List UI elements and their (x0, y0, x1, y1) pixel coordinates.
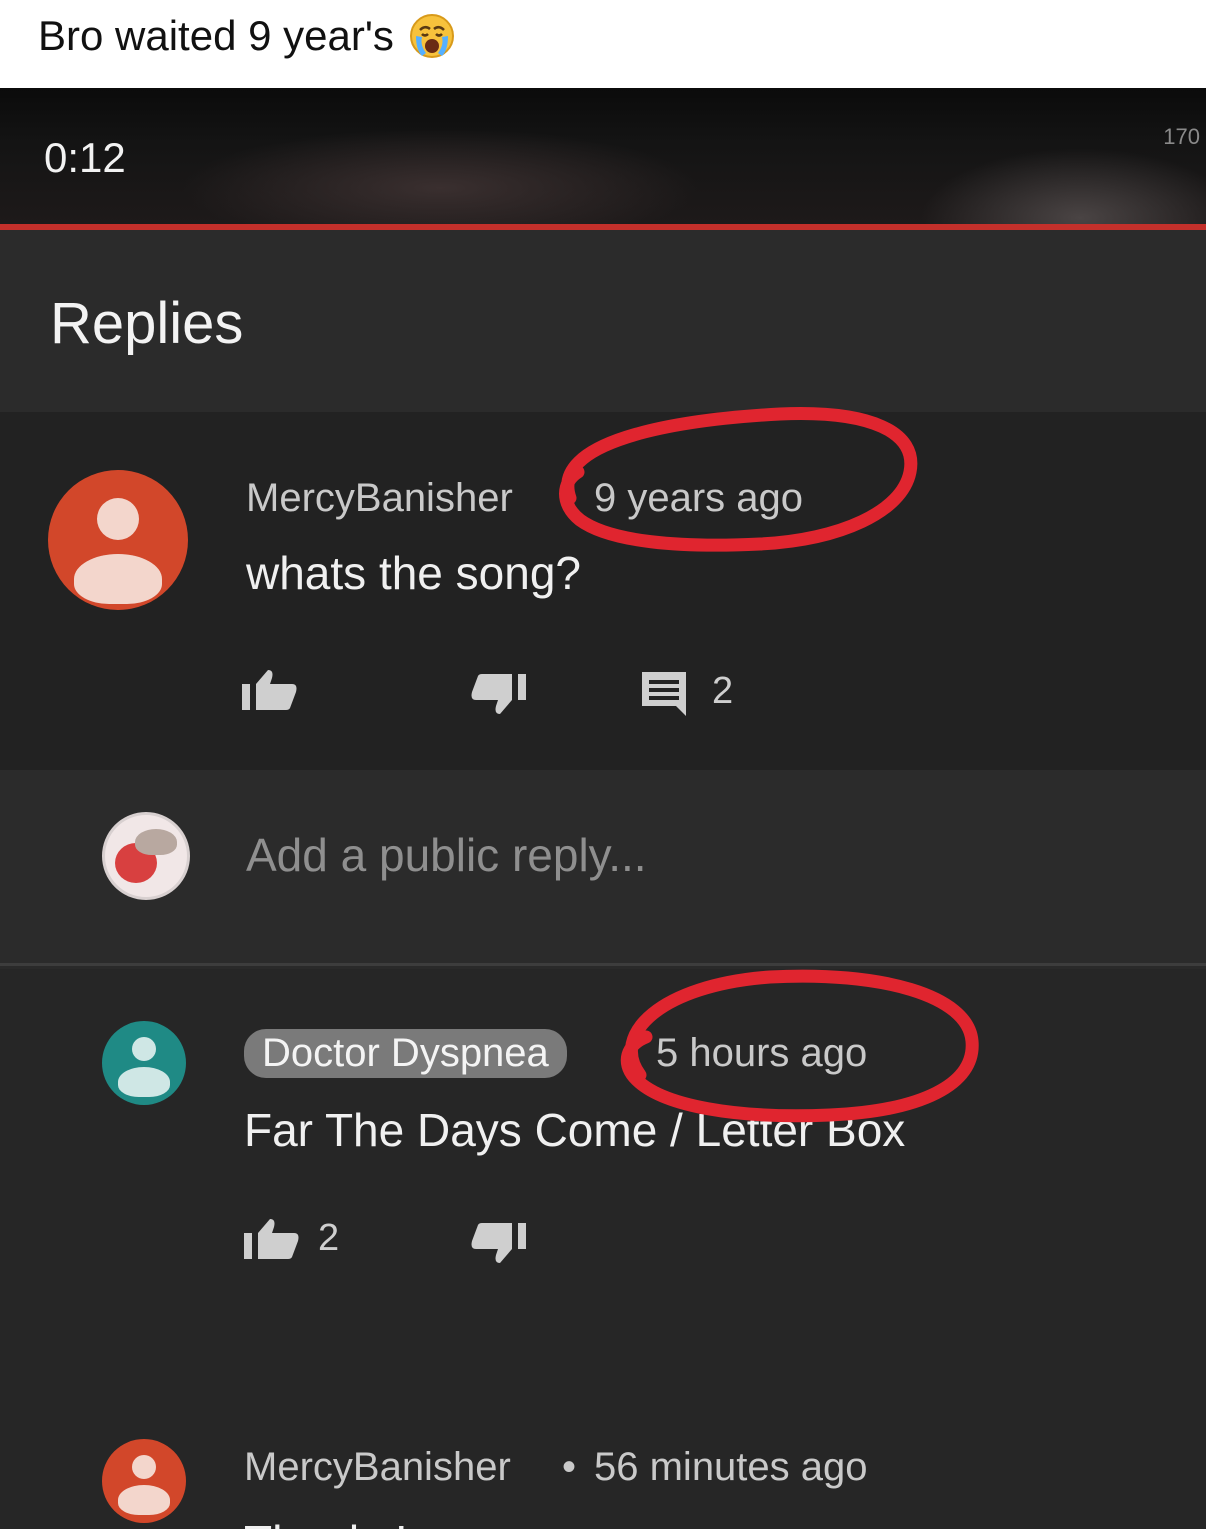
thumbs-down-icon[interactable] (470, 672, 526, 716)
like-count: 2 (318, 1217, 340, 1259)
reply-time: 56 minutes ago (594, 1445, 868, 1489)
thumbs-down-icon[interactable] (470, 1221, 526, 1265)
replies-header: Replies (0, 230, 1206, 412)
thumbs-up-icon[interactable] (242, 668, 298, 712)
separator-dot: • (562, 1445, 577, 1489)
reply-author[interactable]: MercyBanisher (244, 1445, 511, 1490)
video-player-strip[interactable]: 0:12 170 (0, 88, 1206, 228)
reply-comment-icon[interactable] (640, 670, 688, 716)
annotation-circle (620, 969, 979, 1123)
avatar[interactable] (102, 812, 190, 900)
video-timestamp: 0:12 (44, 134, 126, 181)
replies-title: Replies (50, 291, 244, 356)
replies-list: Doctor Dyspnea 5 hours ago Far The Days … (0, 969, 1206, 1529)
video-corner-text: 170 (1163, 124, 1200, 149)
add-reply-row[interactable]: Add a public reply... (0, 770, 1206, 966)
main-comment: MercyBanisher 9 years ago whats the song… (0, 407, 1206, 770)
annotation-circle (559, 407, 918, 552)
youtube-screenshot: 0:12 170 Replies MercyBanisher 9 years a… (0, 88, 1206, 1529)
avatar[interactable] (102, 1021, 186, 1105)
crying-emoji-icon (408, 12, 456, 60)
avatar[interactable] (102, 1439, 186, 1523)
post-caption: Bro waited 9 year's (38, 12, 456, 60)
thumbs-up-icon[interactable] (244, 1217, 300, 1261)
reply-author-chip[interactable]: Doctor Dyspnea (244, 1029, 567, 1078)
reply-count: 2 (712, 670, 734, 712)
comment-author[interactable]: MercyBanisher (246, 476, 513, 521)
caption-text: Bro waited 9 year's (38, 12, 394, 59)
reply-input[interactable]: Add a public reply... (246, 828, 647, 882)
reply-text: Thanks! (244, 1515, 408, 1529)
avatar[interactable] (48, 470, 188, 610)
comment-text: whats the song? (246, 547, 582, 599)
post-caption-bar: Bro waited 9 year's (0, 0, 1206, 88)
